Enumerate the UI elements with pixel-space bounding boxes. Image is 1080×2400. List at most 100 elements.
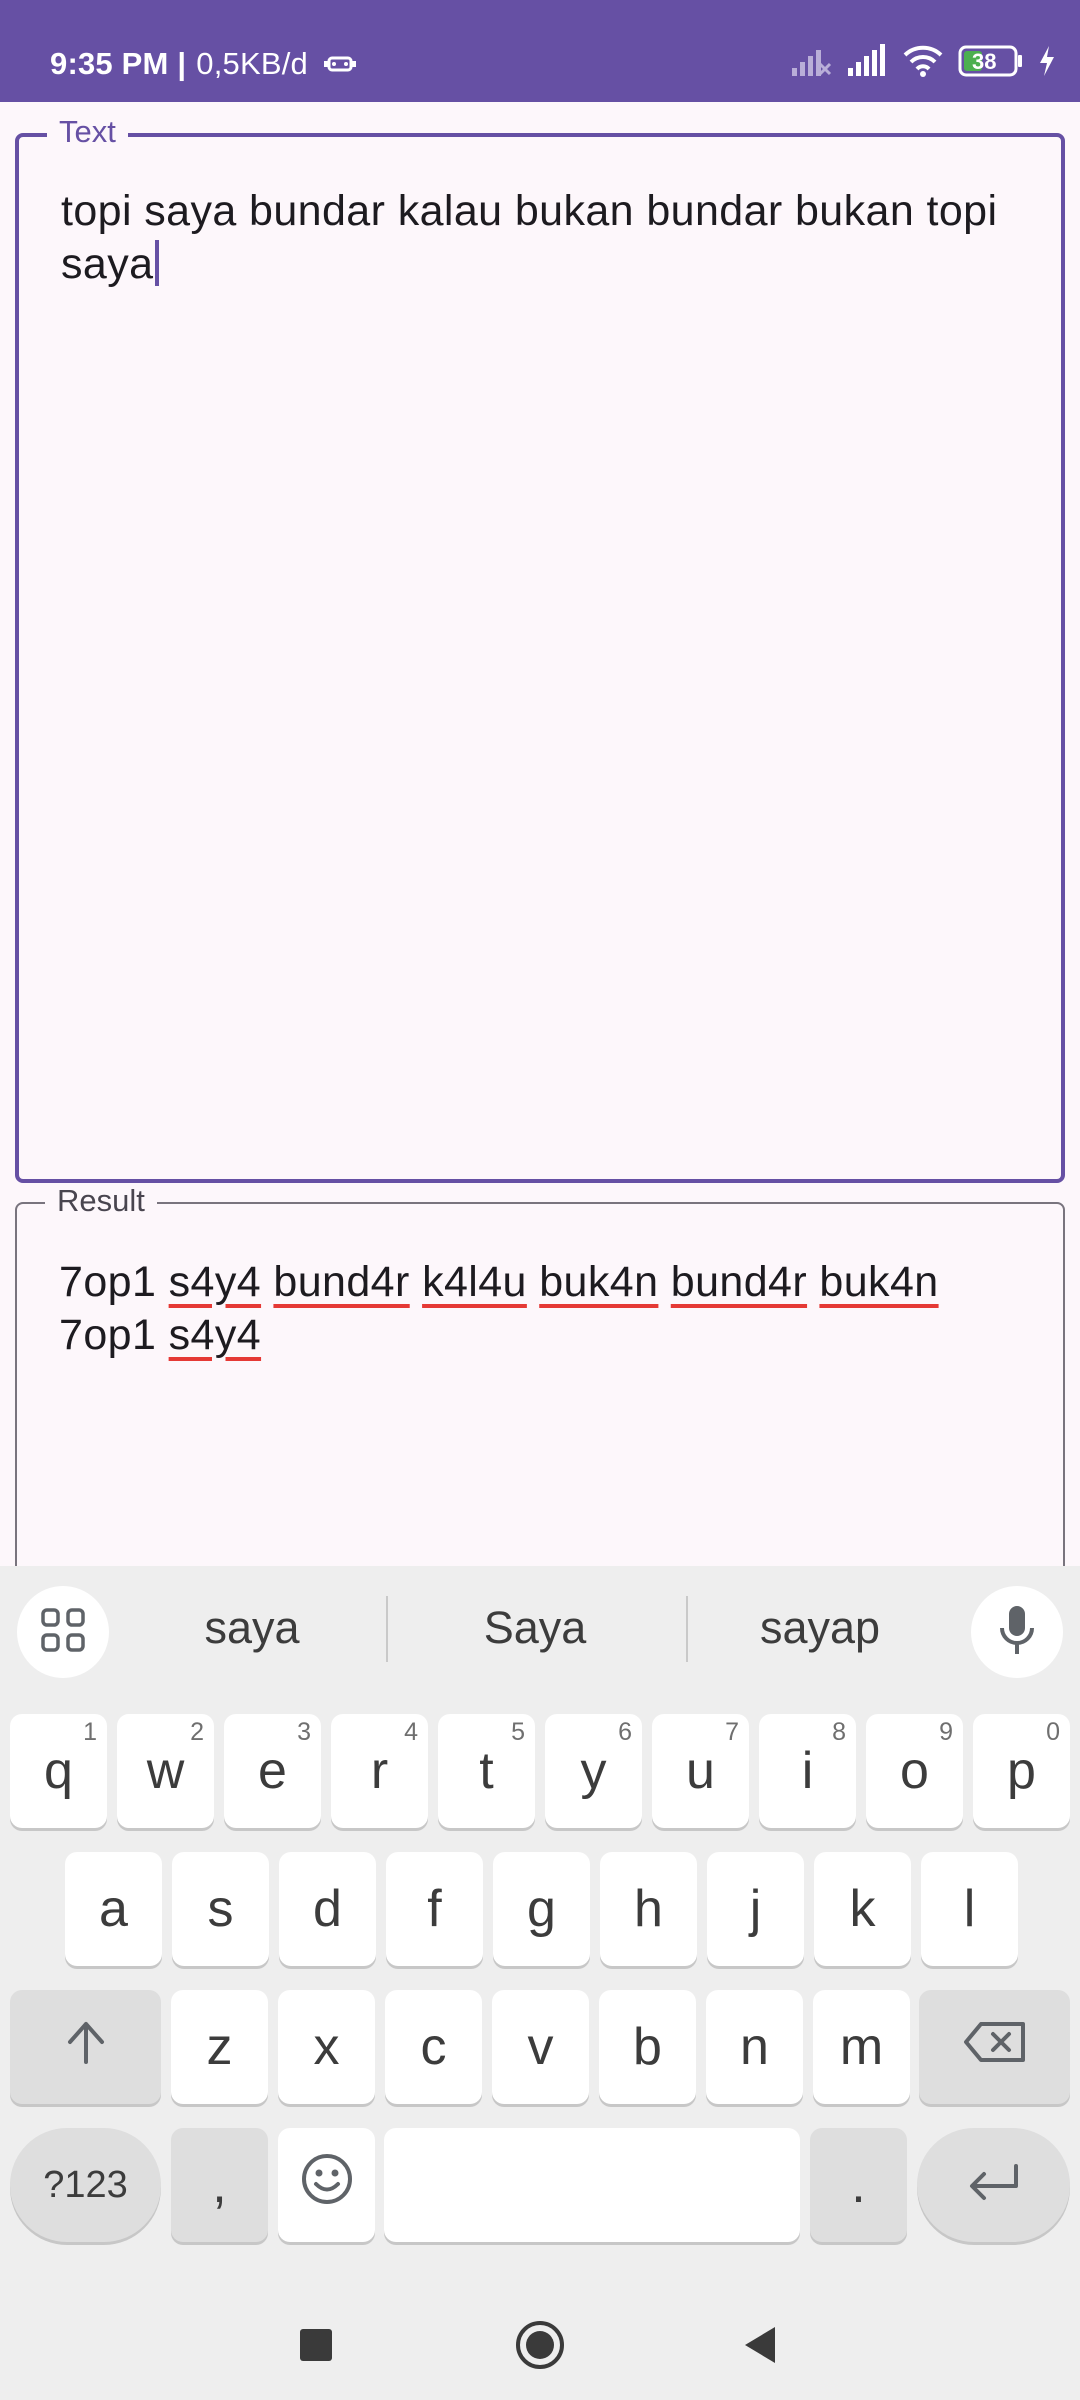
- network-speed: 0,5KB/d: [196, 46, 308, 81]
- emoji-key[interactable]: [278, 2128, 375, 2242]
- key-g[interactable]: g: [493, 1852, 590, 1966]
- space-bar[interactable]: [384, 2128, 800, 2242]
- key-x[interactable]: x: [278, 1990, 375, 2104]
- suggestion-item[interactable]: sayap: [690, 1602, 950, 1654]
- key-c[interactable]: c: [385, 1990, 482, 2104]
- result-word: 7op1: [59, 1258, 157, 1306]
- key-w[interactable]: w2: [117, 1714, 214, 1828]
- shift-arrow-icon: [64, 2017, 108, 2077]
- key-i[interactable]: i8: [759, 1714, 856, 1828]
- backspace-icon: [963, 2017, 1027, 2077]
- key-m[interactable]: m: [813, 1990, 910, 2104]
- key-n[interactable]: n: [706, 1990, 803, 2104]
- signal-no-service-icon: [790, 44, 832, 78]
- battery-level: 38: [972, 49, 997, 74]
- back-button[interactable]: [725, 2312, 795, 2382]
- key-u[interactable]: u7: [652, 1714, 749, 1828]
- result-word-misspelled[interactable]: s4y4: [169, 1311, 261, 1359]
- enter-key[interactable]: [917, 2128, 1070, 2242]
- suggestion-item[interactable]: saya: [122, 1602, 382, 1654]
- result-word-misspelled[interactable]: k4l4u: [422, 1258, 527, 1306]
- key-t[interactable]: t5: [438, 1714, 535, 1828]
- key-label: t: [479, 1742, 494, 1800]
- result-word: 7op1: [59, 1311, 157, 1359]
- home-button[interactable]: [505, 2312, 575, 2382]
- clock: 9:35 PM |: [50, 46, 187, 81]
- key-y[interactable]: y6: [545, 1714, 642, 1828]
- suggestion-bar: saya Saya sayap: [0, 1566, 1080, 1696]
- text-field-content[interactable]: topi saya bundar kalau bukan bundar buka…: [61, 185, 1031, 291]
- result-field-value: 7op1 s4y4 bund4r k4l4u buk4n bund4r buk4…: [59, 1256, 1033, 1362]
- key-hint: 5: [511, 1718, 525, 1746]
- grid-icon: [40, 1607, 86, 1658]
- key-o[interactable]: o9: [866, 1714, 963, 1828]
- text-field-label: Text: [47, 115, 128, 149]
- suggestion-divider: [686, 1596, 688, 1662]
- emoji-icon: [300, 2152, 354, 2219]
- period-key[interactable]: .: [810, 2128, 907, 2242]
- key-label: q: [44, 1742, 73, 1800]
- shift-key[interactable]: [10, 1990, 161, 2104]
- suggestion-item[interactable]: Saya: [405, 1602, 665, 1654]
- key-k[interactable]: k: [814, 1852, 911, 1966]
- key-hint: 2: [190, 1718, 204, 1746]
- key-label: i: [801, 1742, 814, 1800]
- text-cursor: [155, 240, 160, 286]
- result-word-misspelled[interactable]: bund4r: [273, 1258, 409, 1306]
- text-input-field[interactable]: Text topi saya bundar kalau bukan bundar…: [15, 115, 1065, 1183]
- key-hint: 7: [725, 1718, 739, 1746]
- charging-icon: [1038, 45, 1056, 77]
- key-p[interactable]: p0: [973, 1714, 1070, 1828]
- battery-icon: 38: [958, 45, 1024, 77]
- result-word-misspelled[interactable]: buk4n: [539, 1258, 658, 1306]
- recents-button[interactable]: [281, 2312, 351, 2382]
- key-h[interactable]: h: [600, 1852, 697, 1966]
- key-b[interactable]: b: [599, 1990, 696, 2104]
- key-l[interactable]: l: [921, 1852, 1018, 1966]
- key-label: y: [580, 1742, 607, 1800]
- comma-key[interactable]: ,: [171, 2128, 268, 2242]
- key-e[interactable]: e3: [224, 1714, 321, 1828]
- keyboard-apps-button[interactable]: [17, 1586, 109, 1678]
- key-label: e: [258, 1742, 287, 1800]
- suggestion-divider: [386, 1596, 388, 1662]
- key-s[interactable]: s: [172, 1852, 269, 1966]
- microphone-icon: [997, 1604, 1037, 1661]
- key-hint: 0: [1046, 1718, 1060, 1746]
- text-field-value: topi saya bundar kalau bukan bundar buka…: [61, 187, 998, 288]
- result-field[interactable]: Result 7op1 s4y4 bund4r k4l4u buk4n bund…: [15, 1184, 1065, 1622]
- enter-icon: [966, 2155, 1022, 2215]
- back-triangle-icon: [741, 2324, 779, 2371]
- android-auto-icon: [323, 50, 357, 86]
- result-word-misspelled[interactable]: bund4r: [671, 1258, 807, 1306]
- signal-icon: [846, 44, 888, 78]
- navigation-bar: [0, 2290, 1080, 2400]
- key-a[interactable]: a: [65, 1852, 162, 1966]
- result-word-misspelled[interactable]: buk4n: [819, 1258, 938, 1306]
- key-q[interactable]: q1: [10, 1714, 107, 1828]
- soft-keyboard: saya Saya sayap q1 w2 e3 r4 t5 y6 u7 i8 …: [0, 1566, 1080, 2290]
- key-d[interactable]: d: [279, 1852, 376, 1966]
- result-word-misspelled[interactable]: s4y4: [169, 1258, 261, 1306]
- voice-input-button[interactable]: [971, 1586, 1063, 1678]
- key-hint: 8: [832, 1718, 846, 1746]
- key-label: w: [146, 1742, 185, 1800]
- key-hint: 6: [618, 1718, 632, 1746]
- result-field-label: Result: [45, 1184, 157, 1218]
- status-bar: 9:35 PM | 0,5KB/d 38: [0, 0, 1080, 102]
- key-z[interactable]: z: [171, 1990, 268, 2104]
- backspace-key[interactable]: [919, 1990, 1070, 2104]
- key-hint: 1: [83, 1718, 97, 1746]
- key-r[interactable]: r4: [331, 1714, 428, 1828]
- key-v[interactable]: v: [492, 1990, 589, 2104]
- key-label: r: [370, 1742, 389, 1800]
- key-label: o: [900, 1742, 929, 1800]
- key-hint: 3: [297, 1718, 311, 1746]
- key-j[interactable]: j: [707, 1852, 804, 1966]
- symbols-key[interactable]: ?123: [10, 2128, 161, 2242]
- wifi-icon: [902, 44, 944, 78]
- key-hint: 4: [404, 1718, 418, 1746]
- status-time: 9:35 PM | 0,5KB/d: [50, 46, 357, 86]
- key-label: p: [1007, 1742, 1036, 1800]
- key-f[interactable]: f: [386, 1852, 483, 1966]
